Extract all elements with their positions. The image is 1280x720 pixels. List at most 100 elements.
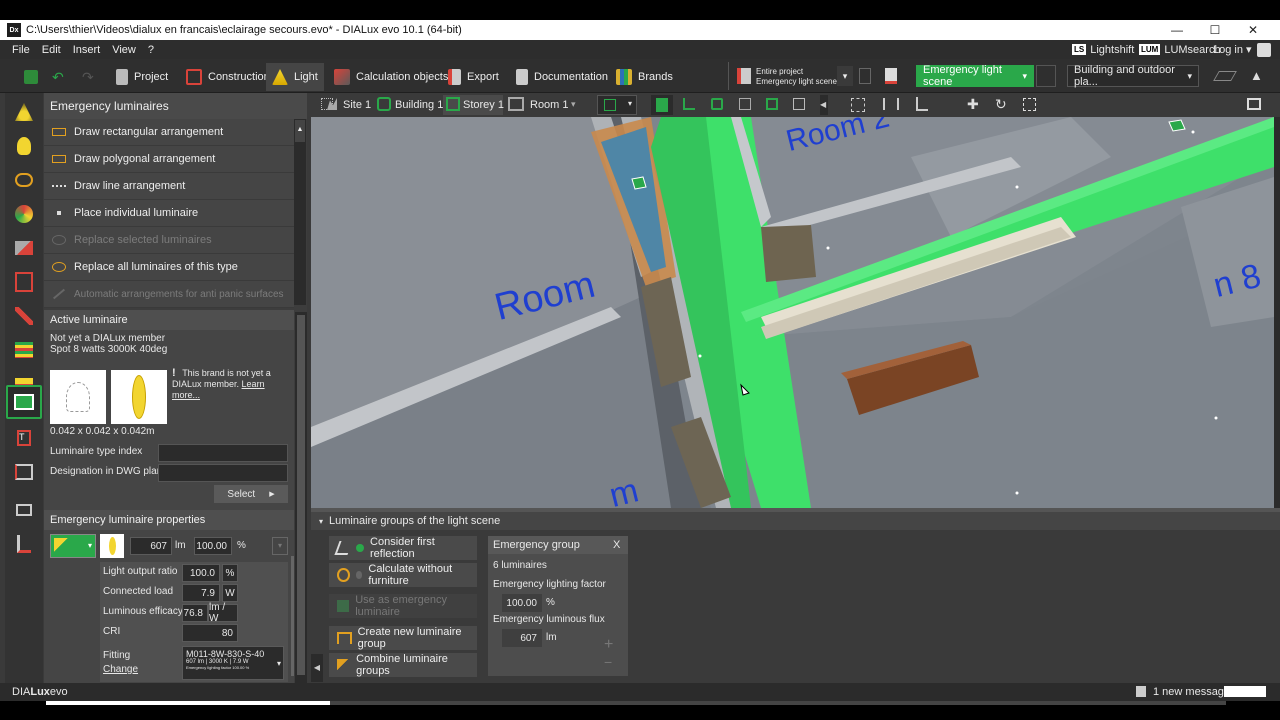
bulb-icon[interactable] (11, 133, 37, 159)
video-progress-remaining (330, 701, 1226, 705)
scrollbar-thumb[interactable] (297, 315, 305, 675)
fullscreen-icon[interactable] (1247, 98, 1261, 110)
breadcrumb-site[interactable]: Site 1 (343, 99, 371, 111)
group-factor-input[interactable]: 100.00 (502, 594, 542, 612)
color-icon[interactable] (11, 201, 37, 227)
scale-icon[interactable] (1023, 98, 1036, 111)
tab-export[interactable]: Export (442, 63, 505, 91)
group-flux-input[interactable]: 607 (502, 629, 542, 647)
screen-tool-icon[interactable] (11, 497, 37, 523)
consider-first-reflection-button[interactable]: Consider first reflection (329, 536, 477, 560)
breadcrumb-building[interactable]: Building 1 (395, 99, 443, 111)
login-button[interactable]: Log in ▾ (1213, 40, 1252, 59)
menu-insert[interactable]: Insert (67, 44, 107, 56)
menu-view[interactable]: View (106, 44, 142, 56)
perspective-view-button[interactable] (793, 98, 805, 110)
coordinate-icon[interactable] (916, 97, 928, 111)
group-close-button[interactable]: X (613, 539, 620, 551)
window-tool-icon[interactable] (11, 459, 37, 485)
hierarchy-icon[interactable] (11, 531, 37, 557)
wireframe-view-button[interactable] (739, 98, 751, 110)
tab-documentation[interactable]: Documentation (510, 63, 614, 91)
fitting-select[interactable]: M011-8W-830-S-40 607 lm | 3000 K | 7.9 W… (182, 646, 284, 680)
factor-input[interactable]: 100.00 (194, 537, 232, 555)
chevron-left-icon[interactable]: ◀ (820, 95, 828, 115)
select-button[interactable]: Select ▶ (214, 485, 288, 503)
floor-view-button[interactable] (683, 98, 695, 110)
tab-construction[interactable]: Construction (180, 63, 276, 91)
room-view-button[interactable] (711, 98, 723, 110)
flux-input[interactable]: 607 (130, 537, 172, 555)
expand-properties-button[interactable]: ▾ (272, 537, 288, 555)
text-tool-icon[interactable]: T (11, 425, 37, 451)
chevron-down-icon[interactable]: ▾ (571, 99, 576, 110)
add-icon[interactable]: + (604, 636, 613, 654)
tools-icon[interactable] (11, 303, 37, 329)
undo-button[interactable]: ↶ (46, 63, 70, 91)
draw-line-arrangement[interactable]: Draw line arrangement (44, 173, 294, 200)
view-select[interactable]: Building and outdoor pla... ▾ (1067, 64, 1199, 88)
rotate-icon[interactable]: ↻ (995, 96, 1007, 113)
emergency-lighting-icon[interactable] (6, 385, 42, 419)
scroll-up-icon[interactable]: ▲ (295, 120, 305, 142)
lightshift-link[interactable]: LS Lightshift (1072, 40, 1134, 59)
tab-calculation-objects[interactable]: Calculation objects (328, 63, 454, 91)
zoom-extents-icon[interactable] (851, 98, 865, 112)
breadcrumb-room[interactable]: Room 1 (530, 99, 569, 111)
chevron-left-icon[interactable]: ◀ (311, 654, 323, 682)
dwg-designation-input[interactable] (158, 464, 288, 482)
menu-file[interactable]: File (6, 44, 36, 56)
action-list-scrollbar[interactable]: ▲ (294, 119, 306, 305)
redo-button[interactable]: ↷ (76, 63, 100, 91)
delete-results-icon[interactable] (885, 68, 897, 84)
emergency-group-card[interactable]: Emergency group X 6 luminaires Emergency… (488, 536, 628, 676)
close-button[interactable]: ✕ (1234, 20, 1272, 40)
properties-scrollbar[interactable] (291, 556, 294, 676)
light-scene-icon[interactable] (11, 269, 37, 295)
view-mode-solid[interactable] (651, 95, 673, 115)
selection-mode-select[interactable]: ▾ (597, 95, 637, 115)
calculate-button[interactable]: Entire project Emergency light scene (756, 67, 837, 87)
replace-all-luminaires[interactable]: Replace all luminaires of this type (44, 254, 294, 281)
group-name[interactable]: Emergency group (493, 539, 580, 551)
new-message-link[interactable]: 1 new message (1153, 686, 1230, 698)
move-icon[interactable]: ✚ (967, 96, 979, 113)
luminaire-groups-header[interactable]: ▾ Luminaire groups of the light scene (311, 512, 1280, 530)
tab-project[interactable]: Project (110, 63, 174, 91)
scene-settings-button[interactable] (1036, 65, 1056, 87)
floor-view-icon[interactable] (1213, 71, 1237, 81)
energy-icon[interactable] (11, 337, 37, 363)
tab-light[interactable]: Light (266, 63, 324, 91)
draw-rectangular-arrangement[interactable]: Draw rectangular arrangement (44, 119, 294, 146)
tab-export-label: Export (467, 71, 499, 83)
light-scene-select[interactable]: Emergency light scene ▾ (916, 64, 1034, 88)
user-avatar[interactable] (1257, 40, 1271, 59)
calculate-without-furniture-button[interactable]: Calculate without furniture (329, 563, 477, 587)
maximize-button[interactable]: ☐ (1196, 20, 1234, 40)
place-individual-luminaire[interactable]: Place individual luminaire (44, 200, 294, 227)
menu-edit[interactable]: Edit (36, 44, 67, 56)
remove-icon[interactable]: − (604, 654, 612, 670)
3d-viewport[interactable]: Room 2 Room n 8 m (311, 117, 1274, 508)
calc-scope-dropdown[interactable]: ▾ (837, 66, 853, 86)
lumsearch-link[interactable]: LUM LUMsearch (1139, 40, 1221, 59)
luminaire-icon[interactable] (11, 99, 37, 125)
emergency-type-select[interactable]: ▾ (50, 534, 96, 558)
type-index-input[interactable] (158, 444, 288, 462)
menu-help[interactable]: ? (142, 44, 160, 56)
measure-icon[interactable] (883, 98, 899, 110)
tab-brands[interactable]: Brands (610, 63, 679, 91)
left-panel-scrollbar[interactable] (295, 312, 307, 683)
breadcrumb-storey[interactable]: Storey 1 (463, 99, 504, 111)
minimize-button[interactable]: — (1158, 20, 1196, 40)
combine-luminaire-groups-button[interactable]: Combine luminaire groups (329, 653, 477, 677)
box-view-button[interactable] (766, 98, 778, 110)
light-distribution-icon[interactable] (11, 235, 37, 261)
notification-bell-icon[interactable]: ▲ (1250, 68, 1263, 83)
arrangement-icon[interactable] (11, 167, 37, 193)
stop-calc-icon[interactable] (859, 68, 871, 84)
save-button[interactable] (18, 63, 44, 91)
fitting-change-link[interactable]: Change (103, 664, 138, 675)
draw-polygonal-arrangement[interactable]: Draw polygonal arrangement (44, 146, 294, 173)
create-luminaire-group-button[interactable]: Create new luminaire group (329, 626, 477, 650)
